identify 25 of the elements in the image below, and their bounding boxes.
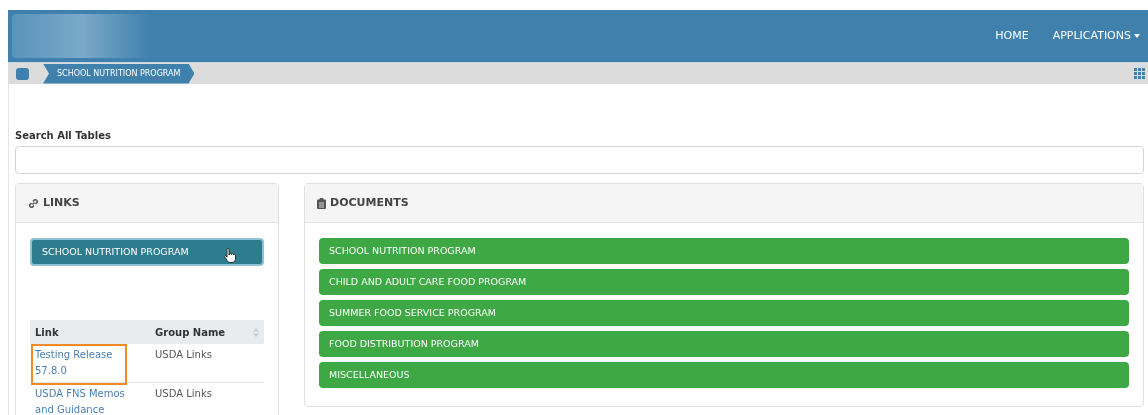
breadcrumb-item[interactable]: SCHOOL NUTRITION PROGRAM [43,63,195,84]
column-header: Link [34,325,60,340]
link-icon [28,197,39,209]
document-button[interactable]: FOOD DISTRIBUTION PROGRAM [319,331,1129,357]
table-cell: USDA Links [155,349,212,361]
table-link[interactable]: Testing Release 57.8.0 [35,347,145,380]
cursor-hand-icon [224,248,236,264]
table-link[interactable]: USDA FNS Memos and Guidance [35,386,145,415]
program-button[interactable]: SCHOOL NUTRITION PROGRAM [30,238,264,267]
table-cell: USDA Links [155,388,212,400]
document-button[interactable]: SUMMER FOOD SERVICE PROGRAM [319,300,1129,326]
document-button[interactable]: MISCELLANEOUS [319,362,1129,388]
panel-title: DOCUMENTS [330,194,409,211]
grid-icon[interactable] [1134,68,1146,79]
column-header[interactable]: Group Name [150,324,264,340]
document-button[interactable]: CHILD AND ADULT CARE FOOD PROGRAM [319,269,1129,295]
clipboard-icon [317,197,326,209]
home-icon[interactable] [16,67,29,80]
nav-link[interactable]: APPLICATIONS [1052,27,1140,45]
panel-title: LINKS [43,194,80,211]
search-label: Search All Tables [15,129,112,143]
document-button[interactable]: SCHOOL NUTRITION PROGRAM [319,238,1129,264]
nav-link[interactable]: HOME [995,27,1029,45]
sort-icon [253,327,259,337]
search-field[interactable] [15,146,1144,174]
